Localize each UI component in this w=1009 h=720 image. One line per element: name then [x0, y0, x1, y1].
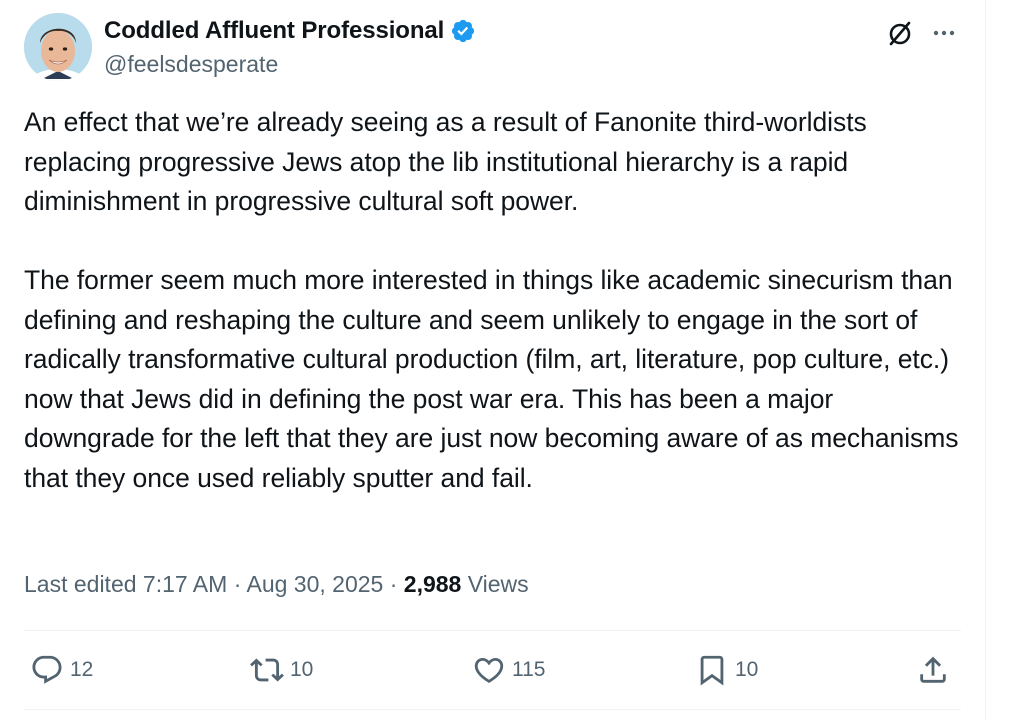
author-name[interactable]: Coddled Affluent Professional: [104, 16, 444, 46]
like-count: 115: [512, 658, 546, 681]
timeline-border: [985, 0, 986, 720]
avatar[interactable]: [24, 13, 92, 81]
tweet-meta: Last edited 7:17 AM · Aug 30, 2025 · 2,9…: [24, 566, 529, 602]
like-button[interactable]: 115: [472, 652, 545, 688]
repost-count: 10: [290, 658, 314, 681]
views-label: Views: [467, 571, 529, 597]
divider: [24, 630, 961, 631]
tweet-text: An effect that we’re already seeing as a…: [24, 103, 969, 498]
reply-button[interactable]: 12: [30, 652, 93, 688]
verified-badge-icon[interactable]: [450, 18, 476, 44]
meta-separator: ·: [227, 571, 247, 597]
bookmark-icon: [700, 655, 724, 686]
meta-separator: ·: [383, 571, 404, 597]
repost-icon: [250, 658, 284, 682]
avatar-image: [24, 13, 92, 81]
reply-icon: [32, 655, 62, 684]
reply-count: 12: [70, 658, 94, 681]
bookmark-count: 10: [735, 658, 759, 681]
share-button[interactable]: [916, 652, 950, 688]
tweet-paragraph: The former seem much more interested in …: [24, 265, 959, 493]
views-count: 2,988: [403, 571, 462, 597]
author-name-row[interactable]: Coddled Affluent Professional: [104, 16, 476, 46]
tweet-date[interactable]: Aug 30, 2025: [246, 571, 383, 597]
divider: [24, 709, 961, 710]
more-options-icon[interactable]: [929, 18, 959, 48]
edited-label[interactable]: Last edited 7:17 AM: [24, 571, 227, 597]
author-handle[interactable]: @feelsdesperate: [104, 50, 278, 78]
heart-icon: [474, 657, 504, 683]
bookmark-button[interactable]: 10: [695, 652, 758, 688]
grok-icon[interactable]: [884, 18, 916, 50]
share-icon: [920, 656, 946, 683]
repost-button[interactable]: 10: [250, 652, 313, 688]
tweet-paragraph: An effect that we’re already seeing as a…: [24, 107, 867, 216]
